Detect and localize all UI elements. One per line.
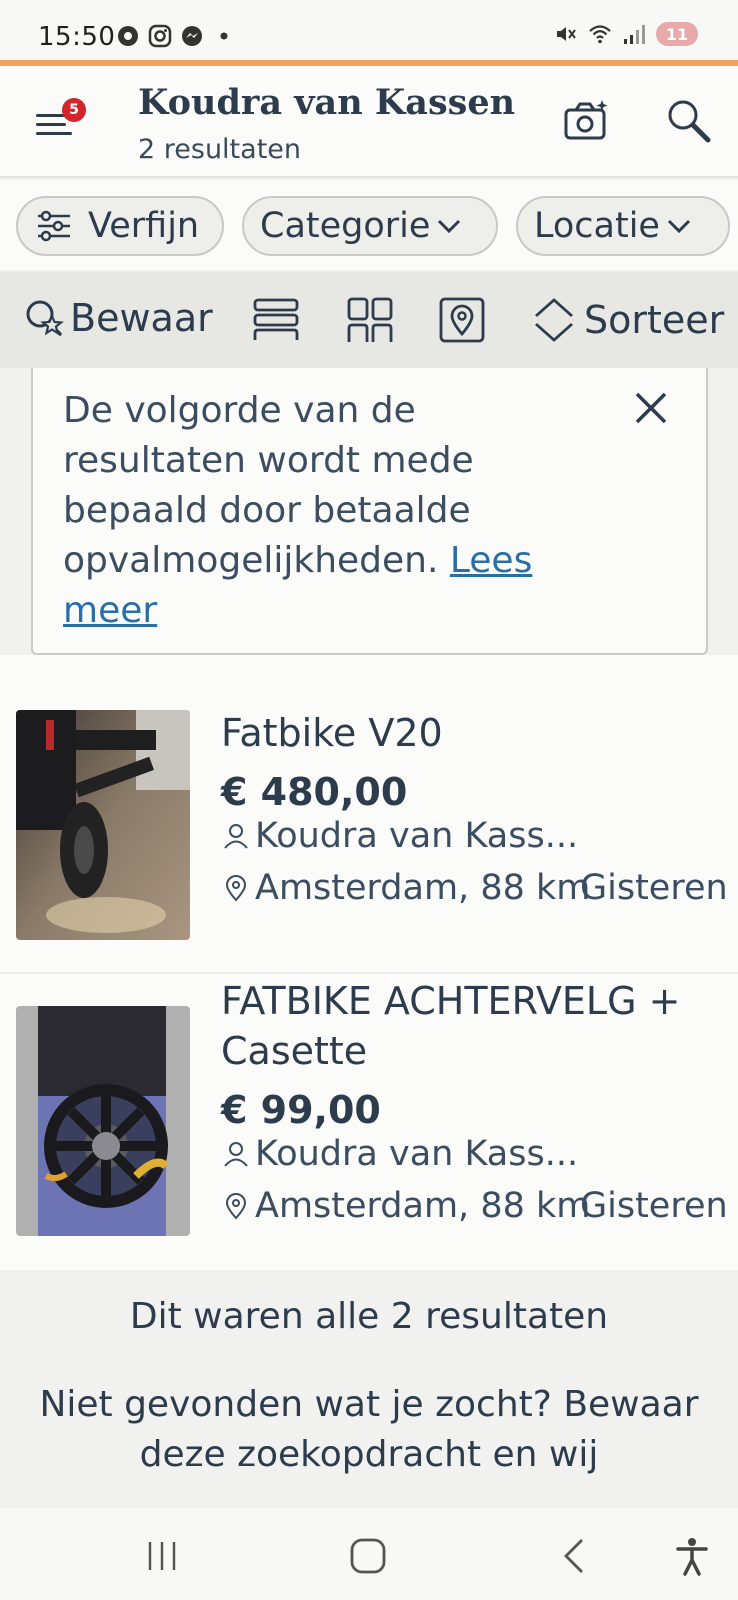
results-footer: Dit waren alle 2 resultaten Niet gevonde… (0, 1270, 738, 1510)
save-search-button[interactable]: Bewaar (22, 296, 213, 340)
close-icon[interactable] (633, 390, 669, 426)
ranking-notice: De volgorde van de resultaten wordt mede… (31, 368, 708, 655)
result-count: 2 resultaten (138, 134, 302, 165)
category-dropdown[interactable]: Categorie (242, 196, 498, 256)
notification-icons (116, 24, 236, 48)
listing-item[interactable]: Fatbike V20 € 480,00 Koudra van Kass... … (0, 694, 738, 974)
location-dropdown[interactable]: Locatie (516, 196, 730, 256)
status-bar: 15:50 11 (0, 0, 738, 62)
user-icon (224, 1142, 248, 1167)
seller-name: Koudra van Kass... (255, 816, 579, 856)
listing-date: Gisteren (580, 1186, 728, 1226)
location-text: Amsterdam, 88 km (255, 1186, 591, 1226)
listing-price: € 99,00 (221, 1088, 381, 1132)
signal-icon (624, 25, 645, 44)
save-search-icon (26, 300, 64, 336)
map-view-icon[interactable] (438, 296, 486, 344)
sort-button[interactable]: Sorteer (532, 296, 724, 344)
system-nav-bar (0, 1508, 738, 1600)
location-text: Amsterdam, 88 km (255, 868, 591, 908)
camera-search-icon[interactable] (562, 98, 610, 144)
listing-title: Fatbike V20 (221, 711, 443, 755)
listing-date: Gisteren (580, 868, 728, 908)
chevron-down-icon (438, 219, 461, 234)
sort-icon (535, 298, 573, 342)
notice-text: De volgorde van de resultaten wordt mede… (63, 386, 563, 636)
listing-photo (16, 1006, 190, 1236)
notice-message: De volgorde van de resultaten wordt mede… (63, 390, 474, 581)
view-toolbar: Bewaar Sorteer (0, 272, 738, 368)
listing-location: Amsterdam, 88 km (221, 1186, 590, 1226)
listing-location: Amsterdam, 88 km (221, 868, 590, 908)
seller-name: Koudra van Kass... (255, 1134, 579, 1174)
wifi-icon (589, 25, 611, 44)
sliders-icon (38, 210, 70, 242)
location-label: Locatie (534, 206, 660, 246)
location-pin-icon (225, 1193, 247, 1220)
back-icon[interactable] (556, 1536, 596, 1576)
sort-label: Sorteer (584, 298, 725, 342)
home-icon[interactable] (348, 1536, 388, 1576)
listing-seller: Koudra van Kass... (221, 1134, 578, 1174)
system-icons: 11 (554, 22, 698, 46)
end-of-results-text: Dit waren alle 2 resultaten (129, 1296, 609, 1337)
listing-seller: Koudra van Kass... (221, 816, 578, 856)
chrome-icon (118, 26, 138, 46)
search-icon[interactable] (664, 96, 714, 146)
menu-button[interactable]: 5 (30, 96, 86, 146)
notification-badge: 5 (62, 98, 86, 122)
accessibility-icon[interactable] (672, 1536, 712, 1576)
save-search-prompt: Niet gevonden wat je zocht? Bewaar deze … (39, 1384, 699, 1475)
location-pin-icon (225, 875, 247, 902)
messenger-icon (182, 26, 202, 46)
listing-photo (16, 710, 190, 940)
page-title: Koudra van Kassen (138, 82, 516, 123)
filter-bar: Verfijn Categorie Locatie (0, 180, 738, 270)
battery-icon: 11 (656, 22, 698, 46)
list-view-icon[interactable] (252, 296, 300, 344)
app-header: 5 Koudra van Kassen 2 resultaten (0, 66, 738, 178)
chevron-down-icon (667, 219, 691, 234)
mute-icon (557, 27, 576, 41)
instagram-icon (148, 24, 172, 48)
listing-price: € 480,00 (221, 770, 408, 814)
listing-title: FATBIKE ACHTERVELG + Casette (221, 979, 681, 1073)
grid-view-icon[interactable] (346, 296, 394, 344)
save-label: Bewaar (70, 296, 213, 340)
listing-item[interactable]: FATBIKE ACHTERVELG + Casette € 99,00 Kou… (0, 974, 738, 1270)
category-label: Categorie (260, 206, 431, 246)
status-time: 15:50 (38, 22, 116, 52)
recent-apps-icon[interactable] (142, 1536, 182, 1576)
dot-icon (220, 32, 228, 40)
refine-button[interactable]: Verfijn (16, 196, 224, 256)
user-icon (224, 824, 248, 849)
refine-label: Verfijn (88, 206, 200, 246)
